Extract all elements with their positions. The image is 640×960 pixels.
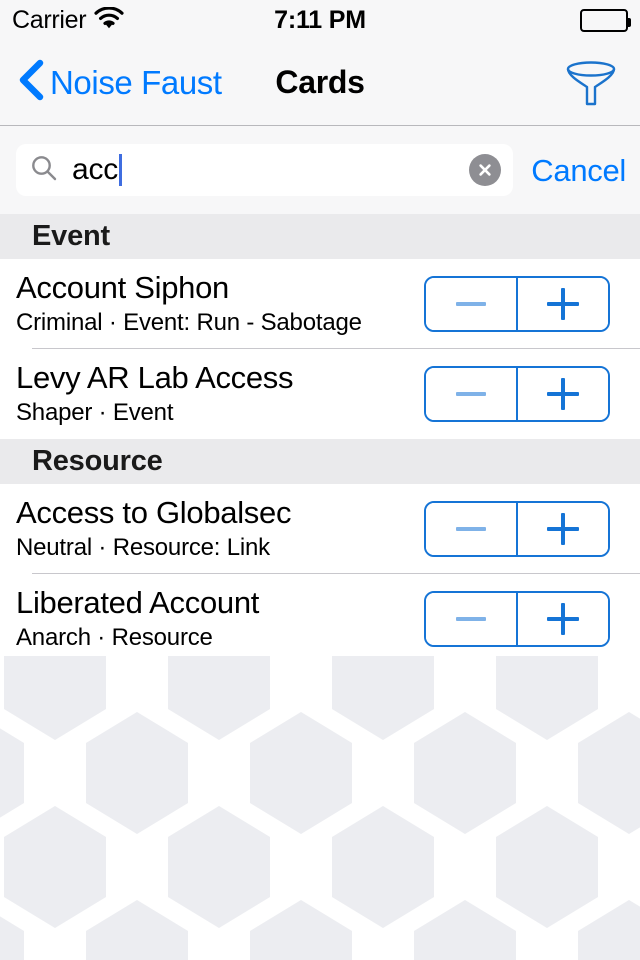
quantity-stepper[interactable] — [424, 591, 610, 647]
minus-icon — [456, 302, 486, 306]
table-row[interactable]: Account Siphon Criminal · Event: Run - S… — [0, 259, 640, 349]
wifi-icon — [94, 5, 124, 34]
search-input-value-wrap: acc — [72, 154, 469, 186]
battery-full-icon — [580, 8, 631, 32]
card-details: Neutral · Resource: Link — [16, 533, 270, 561]
quantity-stepper[interactable] — [424, 366, 610, 422]
stepper-decrement-button[interactable] — [426, 278, 518, 330]
section-header-event: Event — [0, 214, 640, 259]
row-text-block: Account Siphon Criminal · Event: Run - S… — [16, 270, 424, 338]
plus-icon — [547, 513, 579, 545]
section-header-resource: Resource — [0, 439, 640, 484]
navigation-bar: Noise Faust Cards — [0, 40, 640, 126]
minus-icon — [456, 617, 486, 621]
app-screen: Carrier 7:11 PM Noise Faust Cards acc Ca… — [0, 0, 640, 960]
card-name: Levy AR Lab Access — [16, 360, 294, 396]
cancel-search-button[interactable]: Cancel — [531, 155, 626, 186]
status-bar-right — [428, 8, 631, 32]
row-text-block: Access to Globalsec Neutral · Resource: … — [16, 495, 424, 563]
status-bar-time: 7:11 PM — [274, 5, 366, 34]
plus-icon — [547, 603, 579, 635]
cards-list: Event Account Siphon Criminal · Event: R… — [0, 214, 640, 664]
clear-search-button[interactable] — [469, 154, 502, 186]
honeycomb-pattern-svg — [0, 656, 640, 960]
table-row[interactable]: Liberated Account Anarch · Resource — [0, 574, 640, 664]
row-text-block: Levy AR Lab Access Shaper · Event — [16, 360, 424, 428]
table-row[interactable]: Levy AR Lab Access Shaper · Event — [0, 349, 640, 439]
stepper-decrement-button[interactable] — [426, 368, 518, 420]
quantity-stepper[interactable] — [424, 276, 610, 332]
status-bar-left: Carrier — [12, 5, 212, 34]
search-bar: acc Cancel — [0, 126, 640, 214]
status-bar: Carrier 7:11 PM — [0, 0, 640, 40]
stepper-increment-button[interactable] — [518, 503, 608, 555]
filter-button[interactable] — [564, 60, 618, 113]
hexagon-honeycomb-background — [0, 656, 640, 960]
stepper-decrement-button[interactable] — [426, 503, 518, 555]
back-button-label: Noise Faust — [50, 64, 222, 101]
card-details: Anarch · Resource — [16, 623, 213, 651]
card-name: Liberated Account — [16, 585, 260, 621]
search-input-value: acc — [72, 153, 119, 186]
plus-icon — [547, 288, 579, 320]
text-cursor — [119, 154, 123, 186]
quantity-stepper[interactable] — [424, 501, 610, 557]
search-icon — [30, 154, 58, 187]
card-details: Shaper · Event — [16, 398, 174, 426]
card-details: Criminal · Event: Run - Sabotage — [16, 308, 362, 336]
minus-icon — [456, 527, 486, 531]
table-row[interactable]: Access to Globalsec Neutral · Resource: … — [0, 484, 640, 574]
card-name: Access to Globalsec — [16, 495, 292, 531]
stepper-increment-button[interactable] — [518, 278, 608, 330]
card-name: Account Siphon — [16, 270, 229, 306]
back-button[interactable]: Noise Faust — [16, 58, 222, 107]
stepper-increment-button[interactable] — [518, 593, 608, 645]
minus-icon — [456, 392, 486, 396]
stepper-decrement-button[interactable] — [426, 593, 518, 645]
stepper-increment-button[interactable] — [518, 368, 608, 420]
plus-icon — [547, 378, 579, 410]
carrier-label: Carrier — [12, 5, 87, 34]
search-input[interactable]: acc — [16, 144, 514, 196]
chevron-left-icon — [16, 58, 46, 107]
funnel-filter-icon — [564, 61, 618, 112]
row-text-block: Liberated Account Anarch · Resource — [16, 585, 424, 653]
